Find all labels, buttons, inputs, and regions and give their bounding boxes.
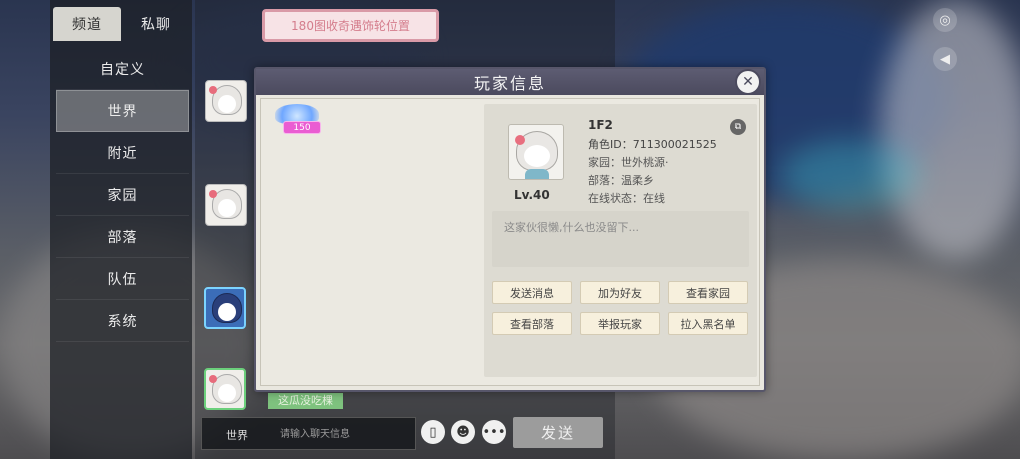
view-tribe-button[interactable]: 查看部落 (492, 312, 572, 335)
chat-input[interactable] (280, 422, 410, 446)
chat-avatar[interactable] (205, 80, 247, 122)
close-icon[interactable]: ✕ (735, 69, 761, 95)
player-info-card: Lv.40 1F2 ⧉ 角色ID：711300021525 家园：世外桃源· 部… (484, 104, 757, 377)
vip-badge-icon: 150 (275, 104, 321, 136)
channel-item-world[interactable]: 世界 (56, 90, 189, 132)
channel-item-system[interactable]: 系统 (56, 300, 189, 342)
emoji-icon[interactable]: ☻ (451, 420, 475, 444)
more-icon[interactable]: ••• (482, 420, 506, 444)
block-player-button[interactable]: 拉入黑名单 (668, 312, 748, 335)
modal-title: 玩家信息 (256, 69, 764, 95)
channel-item-team[interactable]: 队伍 (56, 258, 189, 300)
megaphone-icon[interactable]: ◀ (933, 47, 957, 71)
report-player-button[interactable]: 举报玩家 (580, 312, 660, 335)
tab-private-chat[interactable]: 私聊 (122, 7, 190, 41)
chat-avatar[interactable] (204, 287, 246, 329)
chat-avatar[interactable] (205, 184, 247, 226)
channel-item-tribe[interactable]: 部落 (56, 216, 189, 258)
channel-item-home[interactable]: 家园 (56, 174, 189, 216)
player-role-id: 角色ID：711300021525 (588, 138, 717, 151)
modal-body: 150 Lv.40 1F2 ⧉ 角色ID：711300021525 家园：世外桃… (260, 98, 760, 386)
background-water (780, 140, 920, 210)
voice-icon[interactable]: ▯ (421, 420, 445, 444)
send-button[interactable]: 发送 (513, 417, 603, 448)
view-home-button[interactable]: 查看家园 (668, 281, 748, 304)
player-tribe: 部落：温柔乡 (588, 174, 654, 187)
player-online-status: 在线状态：在线 (588, 192, 665, 205)
channel-list: 自定义 世界 附近 家园 部落 队伍 系统 (56, 48, 189, 342)
player-info-modal: 玩家信息 ✕ 150 Lv.40 1F2 ⧉ 角色ID：711300021525… (254, 67, 766, 392)
player-name: 1F2 (588, 118, 613, 132)
player-avatar (508, 124, 564, 180)
tab-channel[interactable]: 频道 (53, 7, 121, 41)
background-pillar (880, 0, 1020, 260)
event-banner[interactable]: 180图收奇遇饰轮位置 (262, 9, 439, 42)
chat-input-bar: 世界 (201, 417, 416, 450)
copy-icon[interactable]: ⧉ (730, 119, 746, 135)
player-signature: 这家伙很懒,什么也没留下... (492, 211, 749, 267)
vip-level-number: 150 (283, 121, 321, 134)
input-channel-label[interactable]: 世界 (226, 427, 248, 443)
player-home: 家园：世外桃源· (588, 156, 669, 169)
chat-message-bubble: 这瓜没吃棵 (268, 393, 343, 409)
player-level: Lv.40 (514, 188, 550, 202)
add-friend-button[interactable]: 加为好友 (580, 281, 660, 304)
chat-avatar[interactable] (204, 368, 246, 410)
send-message-button[interactable]: 发送消息 (492, 281, 572, 304)
channel-item-custom[interactable]: 自定义 (56, 48, 189, 90)
channel-item-nearby[interactable]: 附近 (56, 132, 189, 174)
camera-icon[interactable]: ◎ (933, 8, 957, 32)
